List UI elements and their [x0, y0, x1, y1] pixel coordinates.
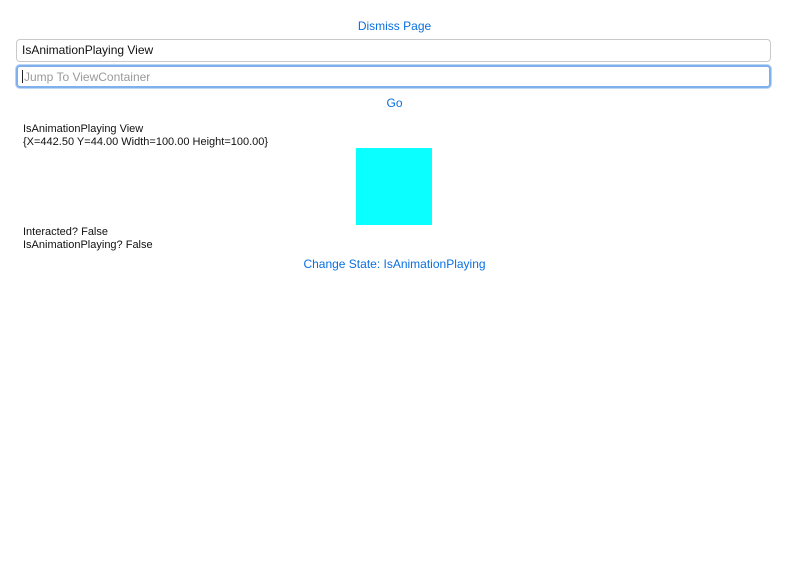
change-state-button[interactable]: Change State: IsAnimationPlaying — [0, 257, 789, 271]
app-window: Dismiss Page IsAnimationPlaying View Jum… — [0, 0, 789, 563]
jump-placeholder: Jump To ViewContainer — [24, 70, 151, 84]
view-name-label: IsAnimationPlaying View — [23, 123, 144, 135]
go-button[interactable]: Go — [0, 96, 789, 110]
interacted-status-label: Interacted? False — [23, 226, 108, 238]
animation-playing-status-label: IsAnimationPlaying? False — [23, 239, 153, 251]
jump-to-viewcontainer-input[interactable]: Jump To ViewContainer — [16, 65, 771, 88]
dismiss-page-button[interactable]: Dismiss Page — [0, 19, 789, 33]
view-title-field[interactable]: IsAnimationPlaying View — [16, 39, 771, 62]
text-caret — [22, 70, 23, 83]
view-frame-label: {X=442.50 Y=44.00 Width=100.00 Height=10… — [23, 136, 269, 148]
animation-view-square[interactable] — [356, 148, 432, 225]
